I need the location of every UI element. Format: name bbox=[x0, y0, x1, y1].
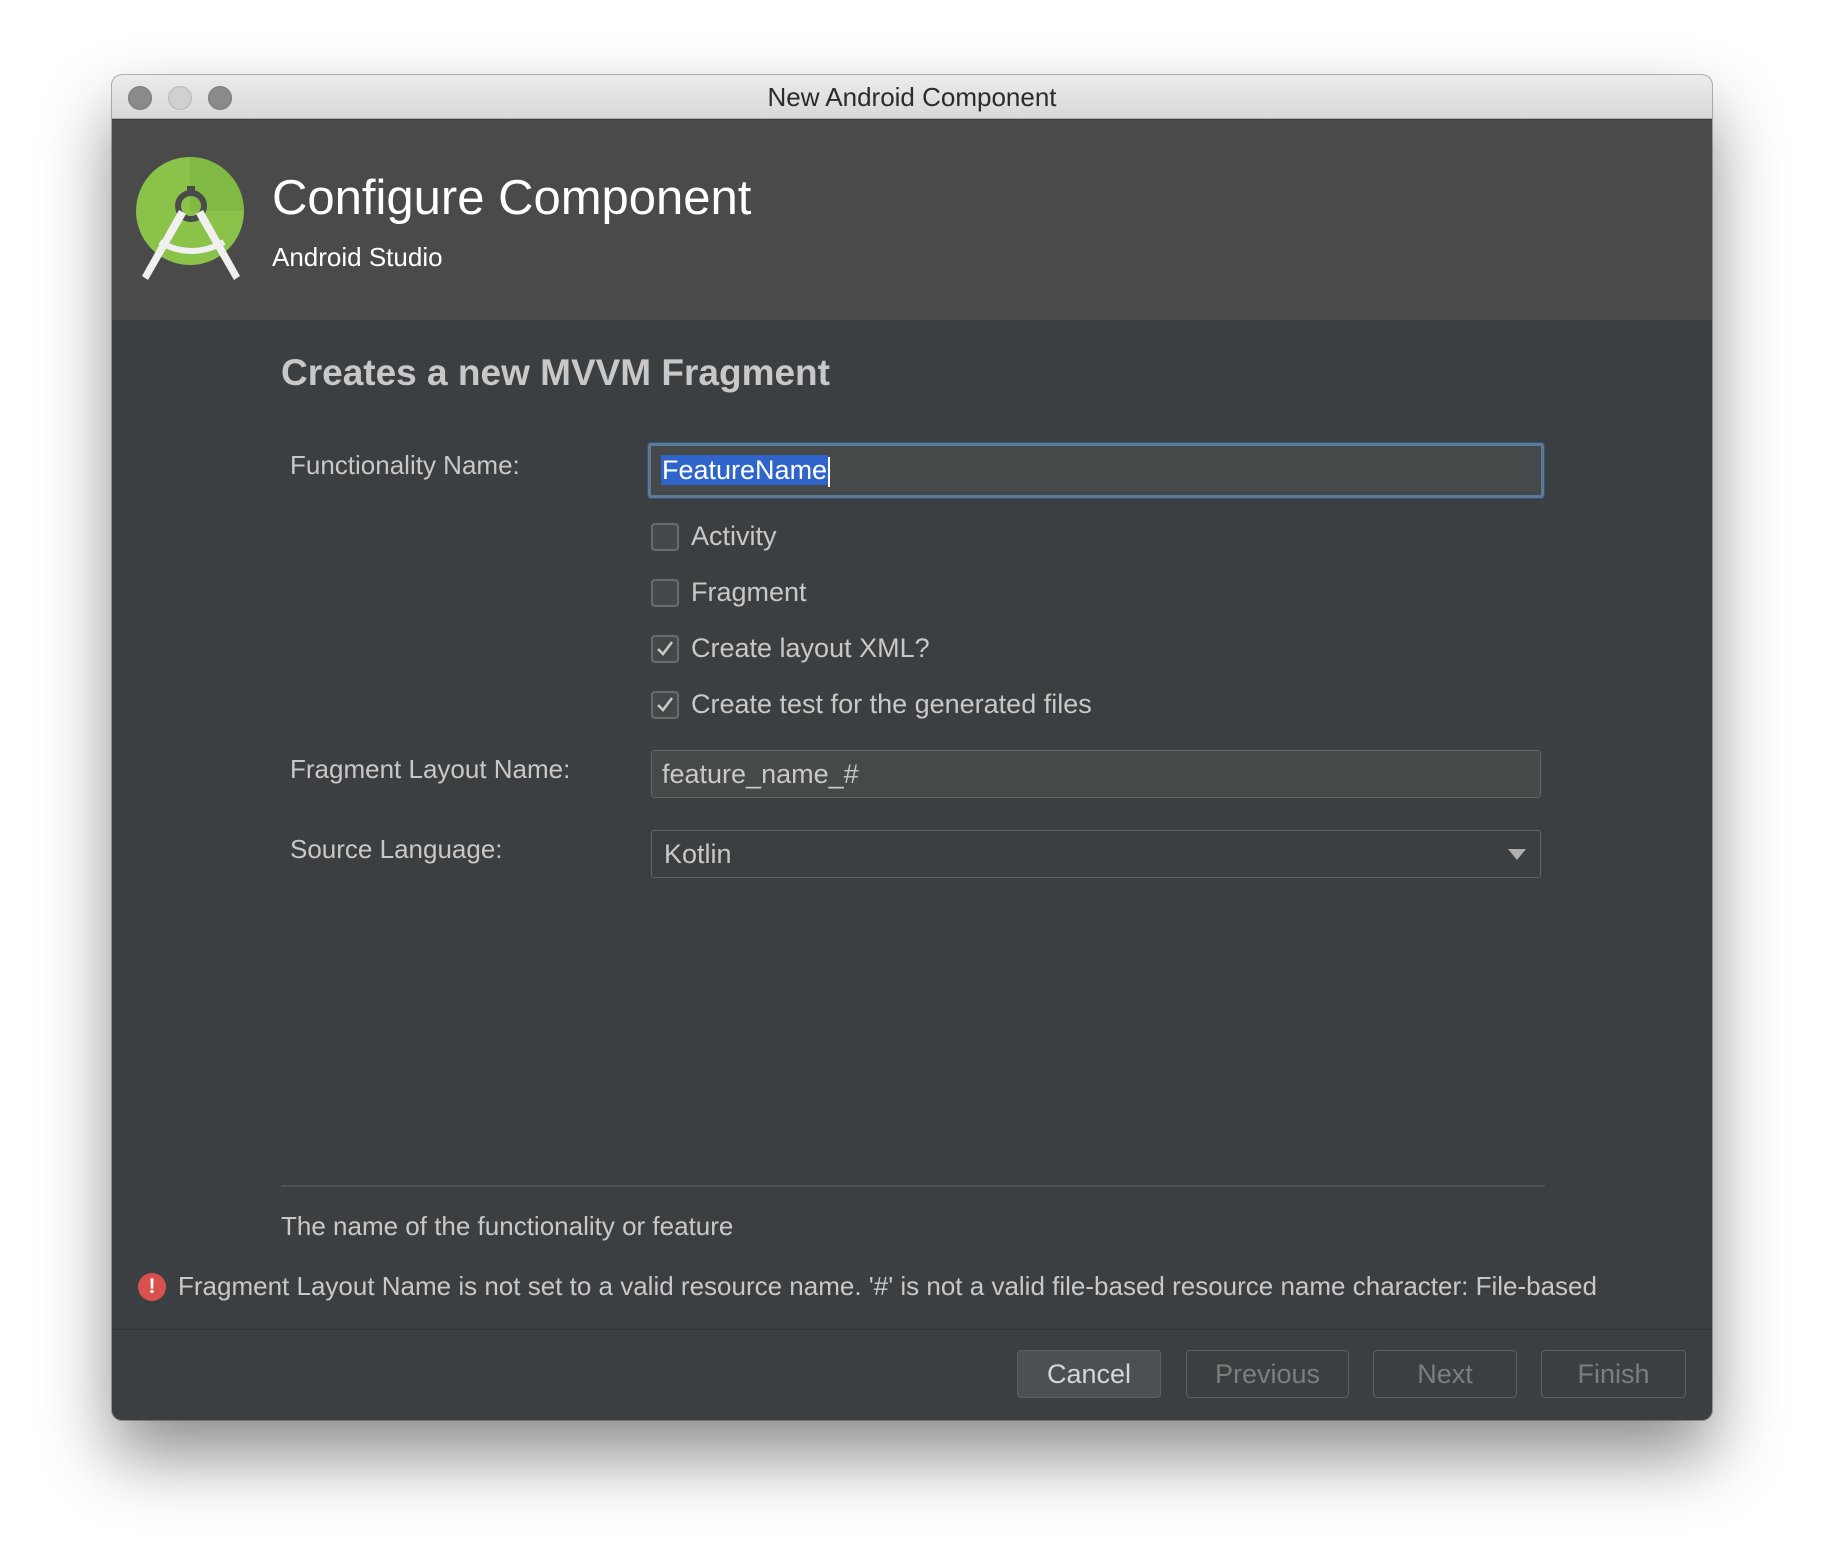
source-language-label: Source Language: bbox=[290, 834, 503, 864]
previous-button[interactable]: Previous bbox=[1186, 1350, 1349, 1398]
create-layout-xml-checkbox[interactable] bbox=[651, 635, 679, 663]
validation-error-text: Fragment Layout Name is not set to a val… bbox=[178, 1271, 1597, 1301]
fragment-checkbox[interactable] bbox=[651, 579, 679, 607]
form-heading: Creates a new MVVM Fragment bbox=[281, 352, 830, 393]
validation-error: ! Fragment Layout Name is not set to a v… bbox=[138, 1271, 1712, 1307]
checkmark-icon bbox=[657, 641, 674, 656]
create-layout-xml-label: Create layout XML? bbox=[691, 633, 930, 663]
source-language-value: Kotlin bbox=[664, 839, 732, 869]
cancel-button[interactable]: Cancel bbox=[1017, 1350, 1161, 1398]
functionality-name-label: Functionality Name: bbox=[290, 450, 520, 480]
checkmark-icon bbox=[657, 697, 674, 712]
title-bar: New Android Component bbox=[112, 75, 1712, 119]
fragment-layout-name-input[interactable]: feature_name_# bbox=[651, 750, 1541, 798]
banner-title: Configure Component bbox=[272, 171, 752, 225]
activity-checkbox[interactable] bbox=[651, 523, 679, 551]
dialog-window: New Android Component Configure Componen… bbox=[112, 75, 1712, 1420]
functionality-name-value: FeatureName bbox=[661, 455, 829, 485]
next-button[interactable]: Next bbox=[1373, 1350, 1517, 1398]
functionality-name-input[interactable]: FeatureName bbox=[648, 443, 1544, 498]
header-banner: Configure Component Android Studio bbox=[112, 120, 1712, 320]
error-icon: ! bbox=[138, 1273, 166, 1301]
fragment-layout-name-label: Fragment Layout Name: bbox=[290, 754, 571, 784]
footer-divider bbox=[112, 1329, 1712, 1330]
text-cursor bbox=[828, 456, 831, 487]
fragment-checkbox-label: Fragment bbox=[691, 577, 807, 607]
android-studio-logo-icon bbox=[136, 157, 244, 280]
finish-button[interactable]: Finish bbox=[1541, 1350, 1686, 1398]
source-language-dropdown[interactable]: Kotlin bbox=[651, 830, 1541, 878]
divider bbox=[281, 1185, 1545, 1187]
create-test-checkbox[interactable] bbox=[651, 691, 679, 719]
chevron-down-icon bbox=[1508, 849, 1526, 860]
activity-checkbox-label: Activity bbox=[691, 521, 777, 551]
banner-subtitle: Android Studio bbox=[272, 242, 443, 272]
help-text: The name of the functionality or feature bbox=[281, 1211, 734, 1241]
create-test-label: Create test for the generated files bbox=[691, 689, 1092, 719]
window-title: New Android Component bbox=[767, 82, 1057, 112]
